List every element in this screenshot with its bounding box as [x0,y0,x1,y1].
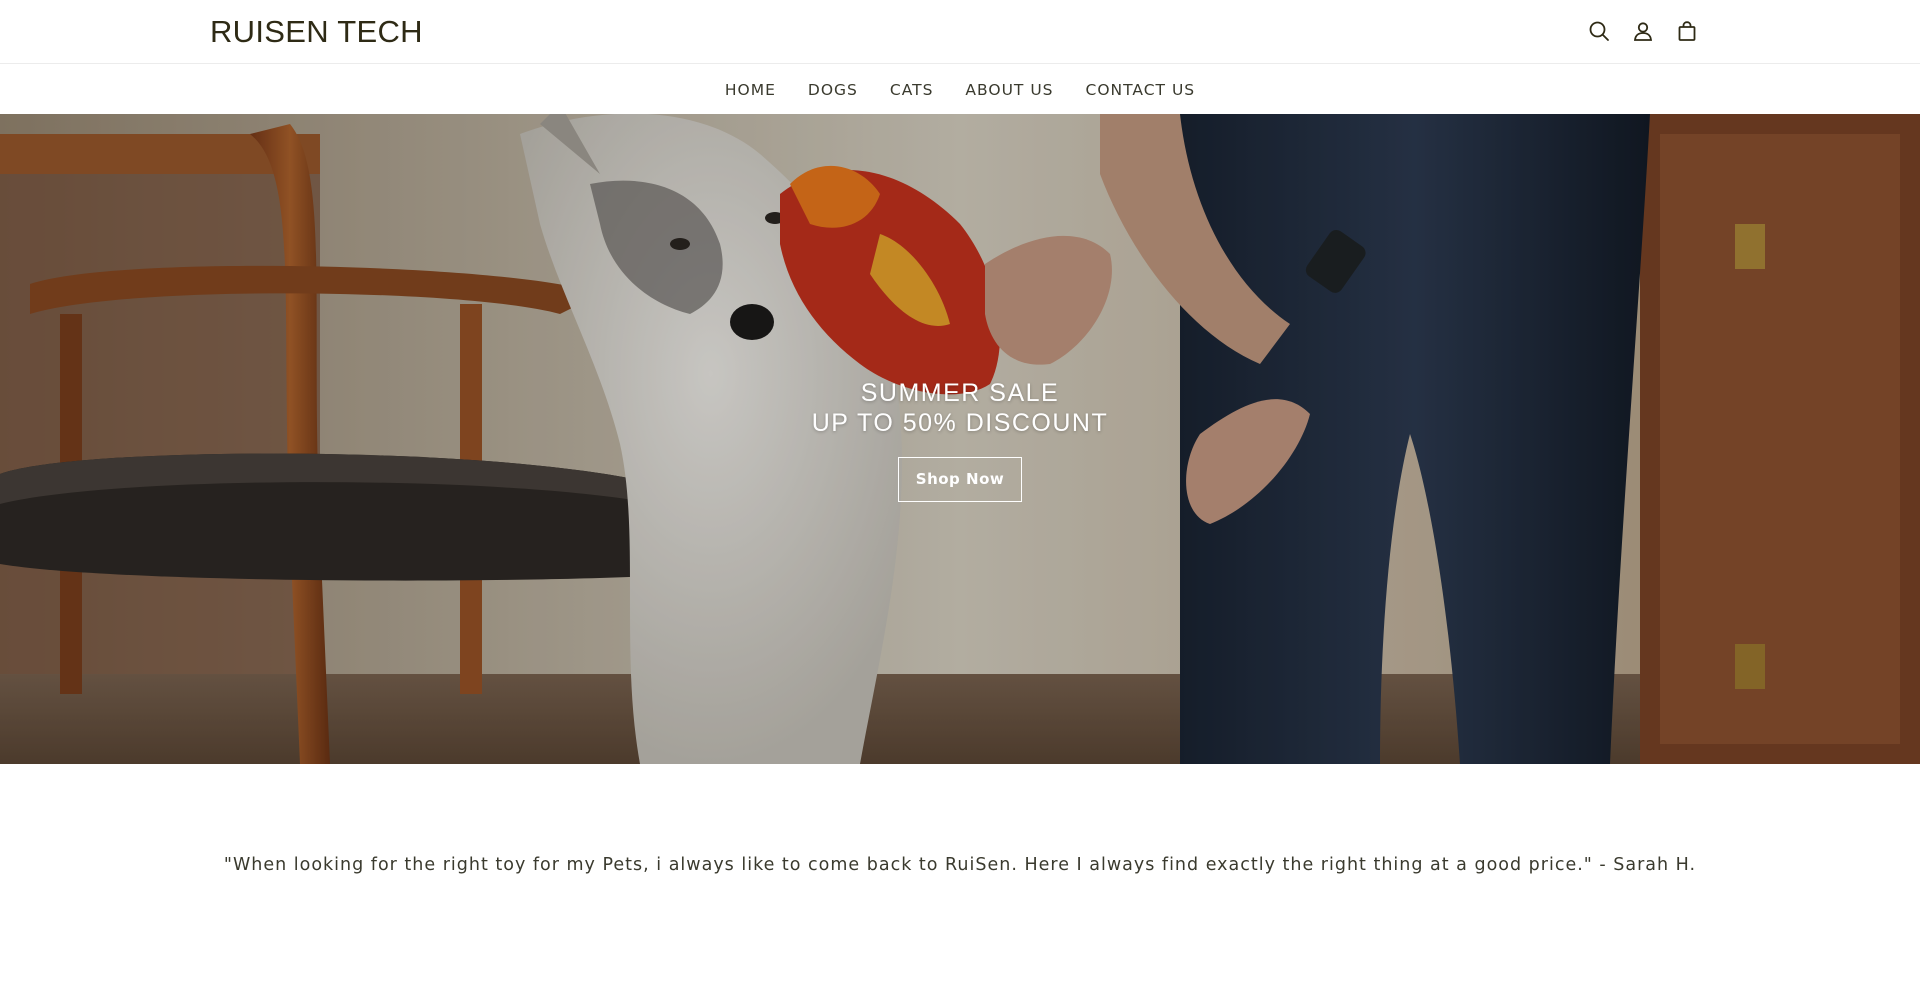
cart-icon[interactable] [1674,18,1700,44]
hero-subtitle: UP TO 50% DISCOUNT [811,409,1109,437]
hero-title: SUMMER SALE [860,379,1060,407]
nav-item-cats[interactable]: CATS [890,81,934,99]
site-logo[interactable]: RUISEN TECH [210,14,423,50]
account-icon[interactable] [1630,18,1656,44]
hero-content: SUMMER SALE UP TO 50% DISCOUNT Shop Now [0,378,1920,502]
search-icon[interactable] [1586,18,1612,44]
site-header: RUISEN TECH [0,0,1920,64]
main-nav: HOME DOGS CATS ABOUT US CONTACT US [0,65,1920,114]
nav-item-about-us[interactable]: ABOUT US [965,81,1053,99]
testimonial-text: "When looking for the right toy for my P… [223,855,1697,875]
hero-banner: SUMMER SALE UP TO 50% DISCOUNT Shop Now [0,114,1920,764]
nav-item-dogs[interactable]: DOGS [808,81,858,99]
nav-item-home[interactable]: HOME [725,81,776,99]
shop-now-button[interactable]: Shop Now [898,457,1022,502]
header-icons [1586,18,1700,44]
nav-item-contact-us[interactable]: CONTACT US [1086,81,1196,99]
